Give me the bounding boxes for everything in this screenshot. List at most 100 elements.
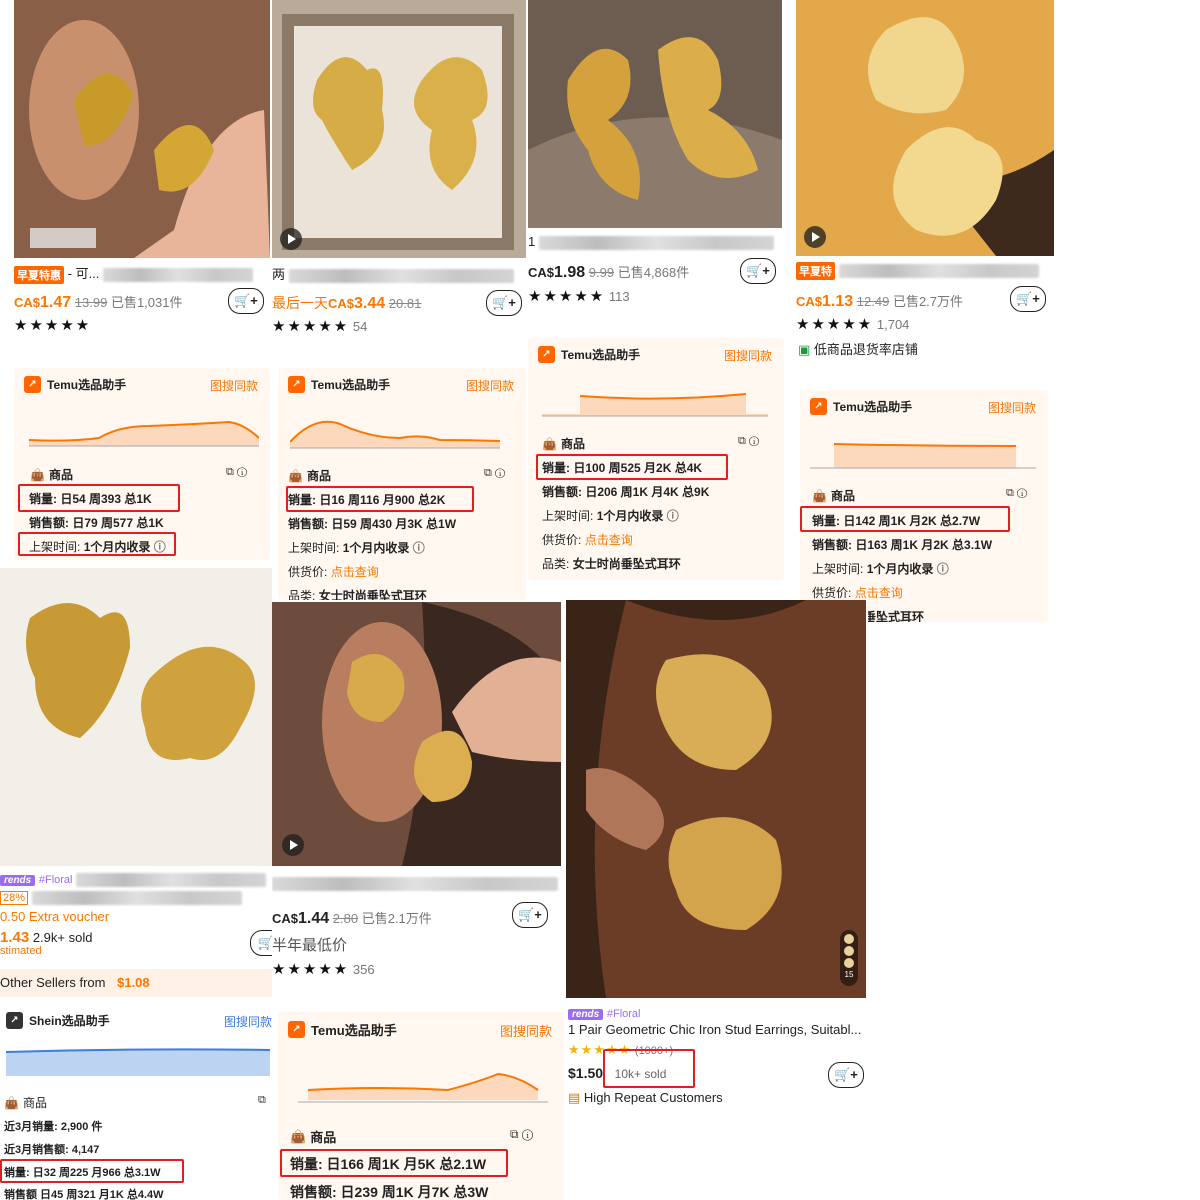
shop-icon: ▤ xyxy=(568,1090,581,1105)
image-search-link[interactable]: 图搜同款 xyxy=(210,377,258,394)
title-row[interactable]: 早夏特惠 - 可... xyxy=(14,263,254,284)
play-video-button[interactable] xyxy=(280,228,302,250)
rating-stars: ★★★★★ xyxy=(796,316,874,333)
info-icon[interactable]: ⓘ xyxy=(749,435,759,447)
copy-icon[interactable]: ⧉ xyxy=(738,435,746,447)
helper-name: Temu选品助手 xyxy=(47,378,127,392)
product-image[interactable] xyxy=(14,0,270,258)
price: 3.44 xyxy=(354,295,386,312)
product-card-3[interactable]: 1 CA$1.98 9.99 已售4,868件 🛒+ ★★★★★ 113 ↗ Te… xyxy=(528,0,784,580)
image-search-link[interactable]: 图搜同款 xyxy=(466,377,514,394)
add-to-cart-button[interactable]: 🛒+ xyxy=(486,290,522,316)
price-currency: CA$ xyxy=(528,265,555,280)
product-image[interactable]: 15 xyxy=(566,600,866,998)
copy-icon[interactable]: ⧉ xyxy=(484,467,492,479)
product-card-2[interactable]: 两 最后一天CA$3.44 20.81 🛒+ ★★★★★ 54 ↗ Temu选品助… xyxy=(272,0,526,600)
product-image[interactable] xyxy=(528,0,782,228)
promo-label: 最后一天 xyxy=(272,295,328,311)
rating-stars: ★★★★★ xyxy=(528,288,606,305)
product-card-1[interactable]: 早夏特惠 - 可... CA$1.47 13.99 已售1,031件 🛒+ ★★… xyxy=(0,0,270,560)
cart-icon: 🛒+ xyxy=(834,1067,858,1082)
tag-row: rends #Floral xyxy=(568,1005,640,1020)
product-card-4[interactable]: 早夏特 CA$1.13 12.49 已售2.7万件 🛒+ ★★★★★ 1,704… xyxy=(796,0,1060,622)
supply-price: 供货价: 点击查询 xyxy=(542,533,633,547)
sales-highlight xyxy=(536,454,728,480)
sales-trend-chart xyxy=(810,443,1036,469)
supply-query-link[interactable]: 点击查询 xyxy=(855,586,903,600)
play-video-button[interactable] xyxy=(804,226,826,248)
floral-tag[interactable]: #Floral xyxy=(39,874,73,886)
bag-icon: 👜 xyxy=(542,436,557,451)
sales-trend-chart xyxy=(29,420,259,447)
price-row: CA$1.44 2.80 已售2.1万件 xyxy=(272,908,432,928)
play-video-button[interactable] xyxy=(282,834,304,856)
sales-highlight xyxy=(18,484,180,512)
other-sellers-label: Other Sellers from xyxy=(0,975,106,990)
add-to-cart-button[interactable]: 🛒 xyxy=(250,930,272,956)
original-price: 20.81 xyxy=(388,296,422,311)
product-card-7[interactable]: 15 rends #Floral 1 Pair Geometric Chic I… xyxy=(566,600,868,1120)
tag-row: rends #Floral xyxy=(0,871,267,887)
photo-count-indicator[interactable]: 15 xyxy=(840,930,858,986)
helper-name: Temu选品助手 xyxy=(561,348,641,362)
product-title[interactable]: - 可... xyxy=(68,266,100,281)
rating-count: 356 xyxy=(352,962,375,977)
temu-helper: ↗ Temu选品助手 图搜同款 👜 商品 ⧉ ⓘ 销量: 日100 周525 月2K… xyxy=(528,338,784,580)
supply-query-link[interactable]: 点击查询 xyxy=(331,565,379,579)
product-title[interactable]: 两 xyxy=(272,267,285,282)
listed-highlight xyxy=(18,532,176,556)
copy-icon[interactable]: ⧉ xyxy=(1006,487,1014,499)
add-to-cart-button[interactable]: 🛒+ xyxy=(828,1062,864,1088)
product-image[interactable] xyxy=(796,0,1054,256)
repeat-customers-note: High Repeat Customers xyxy=(583,1090,723,1105)
add-to-cart-button[interactable]: 🛒+ xyxy=(1010,286,1046,312)
product-image[interactable] xyxy=(272,602,561,866)
other-sellers[interactable]: Other Sellers from $1.08 xyxy=(0,969,272,997)
helper-name: Shein选品助手 xyxy=(29,1014,110,1028)
add-to-cart-button[interactable]: 🛒+ xyxy=(228,288,264,314)
sales-trend-chart xyxy=(290,420,500,449)
info-icon[interactable]: ⓘ xyxy=(522,1127,533,1141)
copy-icon[interactable]: ⧉ xyxy=(226,466,234,478)
product-card-6[interactable]: CA$1.44 2.80 已售2.1万件 🛒+ 半年最低价 ★★★★★ 356 … xyxy=(272,602,564,1200)
product-title[interactable]: 1 Pair Geometric Chic Iron Stud Earrings… xyxy=(568,1022,861,1037)
image-search-link[interactable]: 图搜同款 xyxy=(724,347,772,364)
image-search-link[interactable]: 图搜同款 xyxy=(224,1013,272,1030)
copy-icon[interactable]: ⧉ xyxy=(258,1094,266,1106)
title-row[interactable]: 1 xyxy=(528,234,774,250)
image-search-link[interactable]: 图搜同款 xyxy=(988,399,1036,416)
bag-icon: 👜 xyxy=(4,1095,19,1110)
copy-icon[interactable]: ⧉ xyxy=(510,1127,519,1141)
category: 品类: 女士时尚垂坠式耳环 xyxy=(288,589,427,600)
supply-query-link[interactable]: 点击查询 xyxy=(585,533,633,547)
title-row[interactable]: 早夏特 xyxy=(796,262,1039,280)
rating-stars: ★★★★★ xyxy=(272,961,350,978)
product-image[interactable] xyxy=(272,0,526,258)
price-row: 1.43 2.9k+ sold xyxy=(0,929,92,946)
rating-row: ★★★★★ 1,704 xyxy=(796,315,909,333)
product-image[interactable] xyxy=(0,568,272,866)
sales-trend-chart xyxy=(298,1072,548,1103)
sold-highlight xyxy=(603,1049,695,1088)
chart-trend-icon: ↗ xyxy=(288,376,305,393)
product-card-5[interactable]: rends #Floral 28% 0.50 Extra voucher 1.4… xyxy=(0,568,272,1200)
price: 1.13 xyxy=(822,293,854,310)
m3-sales: 近3月销量: 2,900 件 xyxy=(4,1121,103,1133)
add-to-cart-button[interactable]: 🛒+ xyxy=(512,902,548,928)
estimated-label: stimated xyxy=(0,945,42,957)
info-icon[interactable]: ⓘ xyxy=(237,466,247,478)
rating-count: 113 xyxy=(608,289,630,304)
bag-icon: 👜 xyxy=(812,488,827,503)
add-to-cart-button[interactable]: 🛒+ xyxy=(740,258,776,284)
image-search-link[interactable]: 图搜同款 xyxy=(500,1021,552,1040)
listed-time: 上架时间: 1个月内收录 ⓘ xyxy=(542,509,679,523)
title-row[interactable] xyxy=(272,875,558,891)
info-icon[interactable]: ⓘ xyxy=(1017,487,1027,499)
temu-helper: ↗ Temu选品助手 图搜同款 👜 商品 ⧉ ⓘ 销量: 日16 周116 月900… xyxy=(278,368,526,600)
product-title[interactable]: 1 xyxy=(528,234,535,249)
info-icon[interactable]: ⓘ xyxy=(495,467,505,479)
title-row[interactable]: 两 xyxy=(272,264,514,283)
floral-tag[interactable]: #Floral xyxy=(607,1008,641,1020)
temu-helper: ↗ Temu选品助手 图搜同款 👜 商品 ⧉ ⓘ 销量: 日54 周393 总1K … xyxy=(14,368,270,560)
cart-icon: 🛒 xyxy=(257,935,272,950)
